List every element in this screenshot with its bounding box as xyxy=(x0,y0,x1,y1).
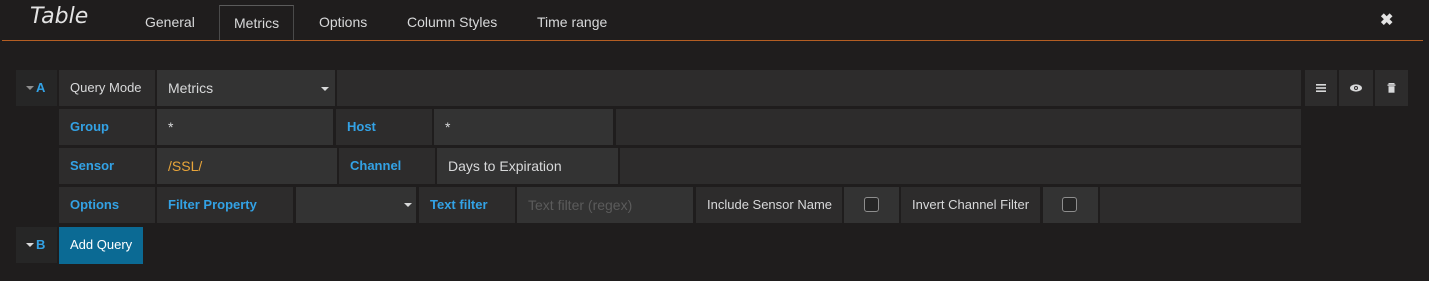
tab-options[interactable]: Options xyxy=(305,5,381,41)
row-filler xyxy=(337,70,1301,106)
query-mode-label: Query Mode xyxy=(59,70,155,106)
add-query-button[interactable]: Add Query xyxy=(59,227,143,264)
query-mode-select[interactable]: Metrics xyxy=(157,70,335,106)
row-filler xyxy=(620,148,1301,184)
query-mode-value: Metrics xyxy=(168,80,214,96)
group-input[interactable]: * xyxy=(157,109,333,145)
filter-property-select[interactable] xyxy=(296,187,416,223)
query-ref-id: A xyxy=(36,80,46,95)
host-input[interactable]: * xyxy=(434,109,613,145)
menu-button[interactable] xyxy=(1305,70,1337,106)
caret-down-icon xyxy=(26,243,34,247)
eye-icon xyxy=(1350,84,1362,92)
channel-input[interactable]: Days to Expiration xyxy=(437,148,618,184)
invert-channel-filter-checkbox[interactable] xyxy=(1062,197,1077,212)
host-label: Host xyxy=(336,109,432,145)
filter-property-label: Filter Property xyxy=(157,187,293,223)
panel-title: Table xyxy=(30,4,89,29)
group-label: Group xyxy=(59,109,155,145)
text-filter-input[interactable]: Text filter (regex) xyxy=(517,187,693,223)
include-sensor-name-checkbox[interactable] xyxy=(864,197,879,212)
include-sensor-name-box xyxy=(844,187,899,223)
invert-channel-filter-box xyxy=(1043,187,1098,223)
sensor-label: Sensor xyxy=(59,148,155,184)
tab-metrics[interactable]: Metrics xyxy=(219,5,295,41)
tab-general[interactable]: General xyxy=(131,5,209,41)
channel-label: Channel xyxy=(339,148,435,184)
hamburger-menu-icon xyxy=(1316,84,1326,92)
options-label: Options xyxy=(59,187,155,223)
query-a-toggle[interactable]: A xyxy=(16,70,57,106)
close-icon[interactable]: ✖ xyxy=(1380,10,1393,30)
include-sensor-name-label: Include Sensor Name xyxy=(696,187,842,223)
row-filler xyxy=(1100,187,1301,223)
query-ref-id: B xyxy=(36,237,46,252)
tab-column-styles[interactable]: Column Styles xyxy=(393,5,511,41)
caret-down-icon xyxy=(321,87,329,91)
caret-down-icon xyxy=(26,86,34,90)
caret-down-icon xyxy=(404,203,412,207)
text-filter-label: Text filter xyxy=(419,187,515,223)
invert-channel-filter-label: Invert Channel Filter xyxy=(901,187,1040,223)
trash-icon xyxy=(1387,83,1396,93)
remove-query-button[interactable] xyxy=(1375,70,1408,106)
toggle-visibility-button[interactable] xyxy=(1339,70,1373,106)
row-filler xyxy=(616,109,1301,145)
query-b-toggle[interactable]: B xyxy=(16,227,57,263)
sensor-input[interactable]: /SSL/ xyxy=(157,148,337,184)
tab-time-range[interactable]: Time range xyxy=(523,5,621,41)
header-divider xyxy=(2,40,1423,41)
panel-header: Table General Metrics Options Column Sty… xyxy=(0,0,1429,42)
